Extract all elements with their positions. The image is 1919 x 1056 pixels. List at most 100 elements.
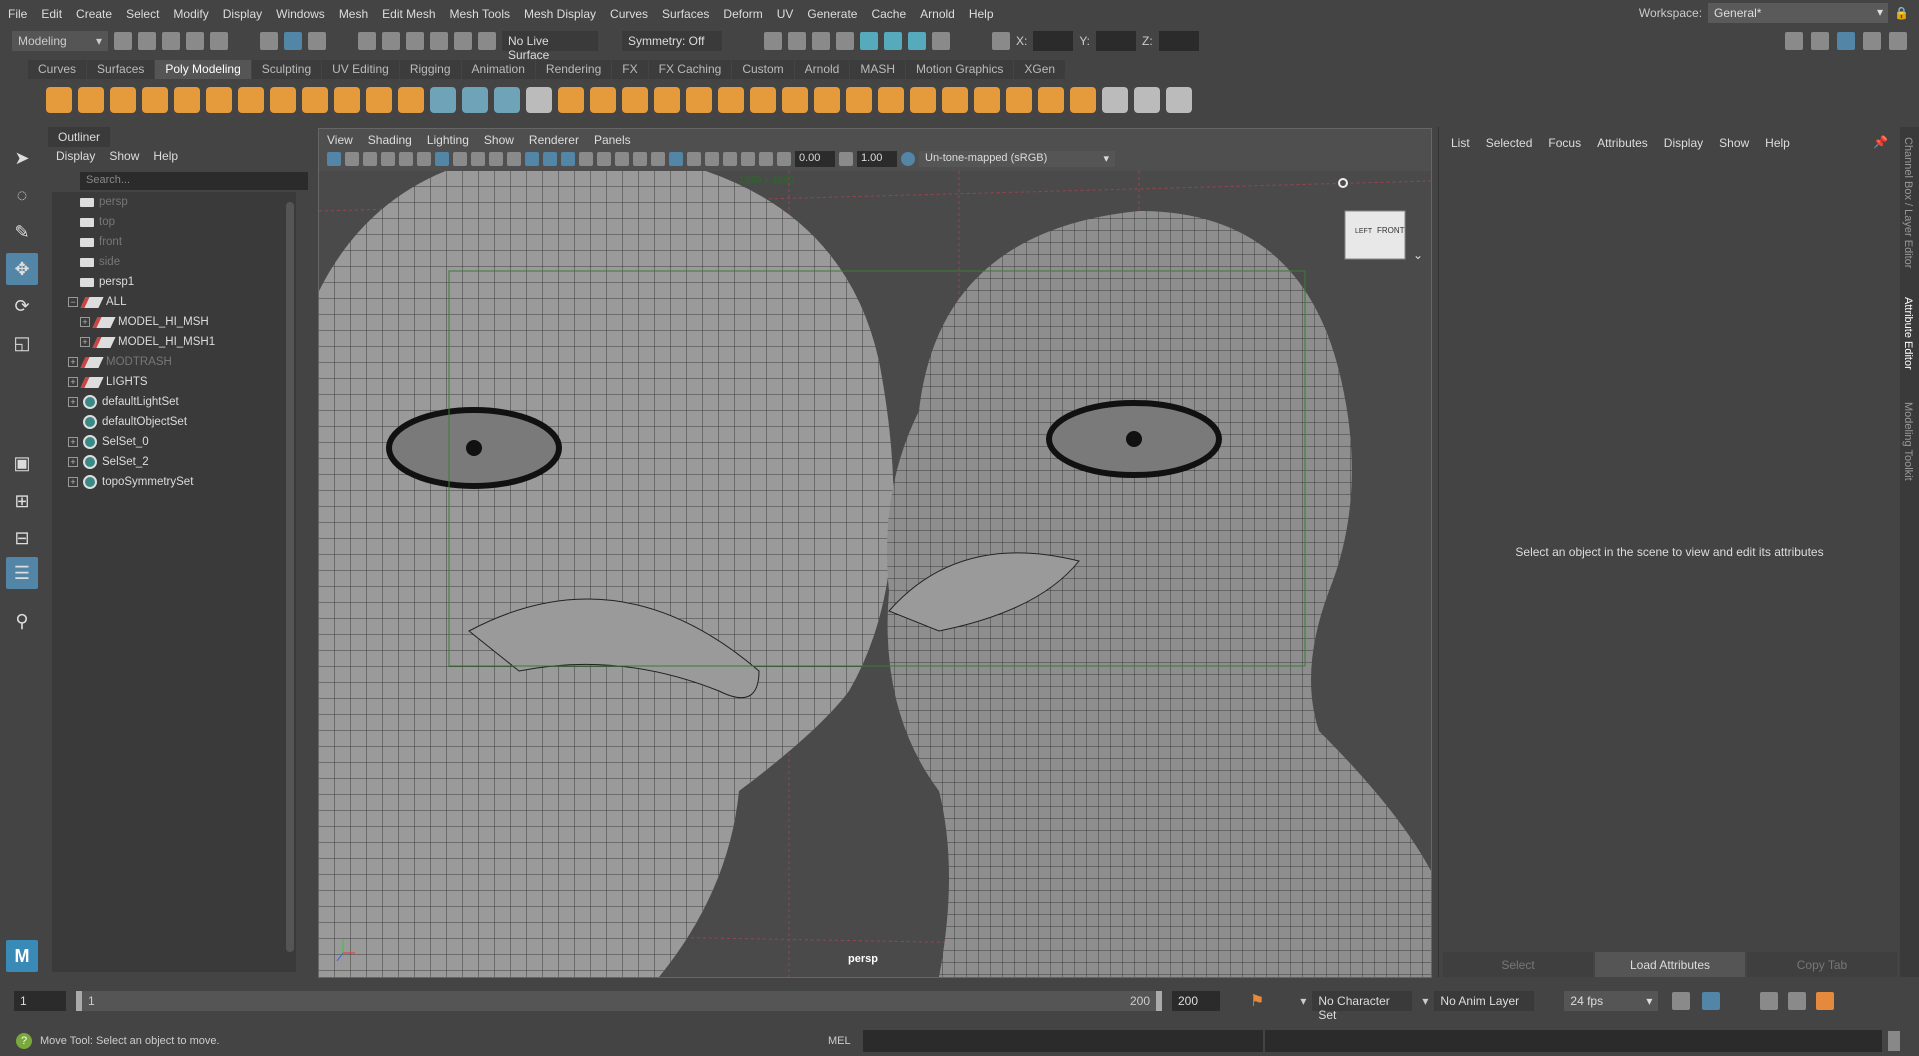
- svg-icon[interactable]: [398, 87, 424, 113]
- viewport-menu-shading[interactable]: Shading: [368, 133, 412, 147]
- live-surface-field[interactable]: No Live Surface: [502, 31, 598, 62]
- shelf-tab-curves[interactable]: Curves: [28, 60, 87, 79]
- menu-uv[interactable]: UV: [777, 7, 794, 21]
- select-button[interactable]: Select: [1443, 952, 1593, 977]
- shelf-tab-custom[interactable]: Custom: [732, 60, 794, 79]
- menu-select[interactable]: Select: [126, 7, 159, 21]
- uv-editor-icon[interactable]: [494, 87, 520, 113]
- menu-curves[interactable]: Curves: [610, 7, 648, 21]
- poly-torus-icon[interactable]: [174, 87, 200, 113]
- resolution-gate-icon[interactable]: [435, 152, 449, 166]
- copy-tab-button[interactable]: Copy Tab: [1747, 952, 1897, 977]
- quad-draw-icon[interactable]: [1102, 87, 1128, 113]
- outliner-item[interactable]: − ALL: [68, 292, 126, 312]
- sweep-mesh-icon[interactable]: [334, 87, 360, 113]
- render-view-icon[interactable]: [764, 32, 782, 50]
- character-controls-icon[interactable]: [1811, 32, 1829, 50]
- outliner-item[interactable]: + topoSymmetrySet: [68, 472, 193, 492]
- viewport-scene[interactable]: 1920 x 1080 persp LEFT FRONT ⌄: [319, 171, 1431, 977]
- select-camera-icon[interactable]: [327, 152, 341, 166]
- menu-set-dropdown[interactable]: Modeling ▾: [12, 31, 108, 51]
- arnold-ipr-icon[interactable]: [908, 32, 926, 50]
- fill-hole-icon[interactable]: [878, 87, 904, 113]
- poly-disc-icon[interactable]: [238, 87, 264, 113]
- viewport-menu-panels[interactable]: Panels: [594, 133, 631, 147]
- menu-windows[interactable]: Windows: [276, 7, 325, 21]
- viewport-menu-show[interactable]: Show: [484, 133, 514, 147]
- smooth-shade-icon[interactable]: [525, 152, 539, 166]
- grid-icon[interactable]: [399, 152, 413, 166]
- menu-create[interactable]: Create: [76, 7, 112, 21]
- render-frame-icon[interactable]: [788, 32, 806, 50]
- snap-view-plane-icon[interactable]: [430, 32, 448, 50]
- outliner-layout-icon[interactable]: ☰: [6, 557, 38, 589]
- outliner-item[interactable]: + SelSet_0: [68, 432, 149, 452]
- select-tool-icon[interactable]: ➤: [6, 142, 38, 174]
- bevel-icon[interactable]: [846, 87, 872, 113]
- tab-modeling-toolkit[interactable]: Modeling Toolkit: [1902, 402, 1914, 481]
- transform-input-icon[interactable]: [992, 32, 1010, 50]
- combine-icon[interactable]: [558, 87, 584, 113]
- x-field[interactable]: [1033, 31, 1074, 51]
- gamma-field[interactable]: 1.00: [857, 151, 897, 167]
- attr-menu-selected[interactable]: Selected: [1486, 136, 1533, 150]
- textured-icon[interactable]: [579, 152, 593, 166]
- lock-icon[interactable]: 🔒: [1894, 6, 1909, 20]
- menu-display[interactable]: Display: [223, 7, 262, 21]
- outliner-scrollbar[interactable]: [286, 202, 294, 952]
- script-editor-icon[interactable]: [1887, 1030, 1900, 1051]
- single-pane-icon[interactable]: ▣: [6, 447, 38, 479]
- workspace-dropdown[interactable]: General* ▾: [1708, 3, 1889, 23]
- open-scene-icon[interactable]: [138, 32, 156, 50]
- maya-logo[interactable]: M: [6, 940, 38, 972]
- lasso-tool-icon[interactable]: ◌: [6, 179, 38, 211]
- shelf-tab-rendering[interactable]: Rendering: [535, 60, 612, 79]
- outliner-item[interactable]: persp: [80, 192, 128, 212]
- save-scene-icon[interactable]: [162, 32, 180, 50]
- platonic-solid-icon[interactable]: [270, 87, 296, 113]
- bridge-icon[interactable]: [782, 87, 808, 113]
- pin-icon[interactable]: 📌: [1873, 135, 1888, 149]
- shelf-tab-uv-editing[interactable]: UV Editing: [322, 60, 399, 79]
- rotate-tool-icon[interactable]: ⟳: [6, 290, 38, 322]
- start-time-field[interactable]: 1: [14, 991, 66, 1011]
- multi-cut-icon[interactable]: [1006, 87, 1032, 113]
- auto-key-icon[interactable]: ⚑: [1250, 991, 1264, 1011]
- shelf-tab-arnold[interactable]: Arnold: [794, 60, 850, 79]
- poly-cube-icon[interactable]: [78, 87, 104, 113]
- bookmark-icon[interactable]: [363, 152, 377, 166]
- expand-icon[interactable]: +: [80, 337, 90, 347]
- expand-icon[interactable]: +: [68, 457, 78, 467]
- scale-tool-icon[interactable]: ◱: [6, 327, 38, 359]
- anim-layer-dropdown[interactable]: No Anim Layer: [1434, 991, 1535, 1011]
- shelf-tab-animation[interactable]: Animation: [461, 60, 535, 79]
- offset-edge-loop-icon[interactable]: [1070, 87, 1096, 113]
- outliner-item[interactable]: + MODEL_HI_MSH: [80, 312, 209, 332]
- hypershade-icon[interactable]: [860, 32, 878, 50]
- poly-text-icon[interactable]: [366, 87, 392, 113]
- outliner-item[interactable]: + SelSet_2: [68, 452, 149, 472]
- select-object-icon[interactable]: [284, 32, 302, 50]
- menu-help[interactable]: Help: [969, 7, 994, 21]
- render-settings-icon[interactable]: [836, 32, 854, 50]
- four-pane-icon[interactable]: ⊞: [6, 485, 38, 517]
- poly-type-icon[interactable]: [430, 87, 456, 113]
- outliner-menu-help[interactable]: Help: [153, 149, 178, 163]
- expand-icon[interactable]: +: [80, 317, 90, 327]
- shadows-icon[interactable]: [615, 152, 629, 166]
- gate-mask-icon[interactable]: [453, 152, 467, 166]
- shelf-tab-rigging[interactable]: Rigging: [399, 60, 461, 79]
- z-field[interactable]: [1158, 31, 1199, 51]
- viewport-menu-lighting[interactable]: Lighting: [427, 133, 469, 147]
- outliner-item[interactable]: + MODEL_HI_MSH1: [80, 332, 215, 352]
- arnold-render-icon[interactable]: [884, 32, 902, 50]
- end-time-field[interactable]: 200: [1172, 991, 1220, 1011]
- menu-file[interactable]: File: [8, 7, 27, 21]
- search-icon[interactable]: ⚲: [6, 605, 38, 637]
- snap-curve-icon[interactable]: [382, 32, 400, 50]
- default-material-icon[interactable]: [543, 152, 557, 166]
- loop-icon[interactable]: [1672, 992, 1691, 1010]
- motion-blur-icon[interactable]: [651, 152, 665, 166]
- poly-cylinder-icon[interactable]: [110, 87, 136, 113]
- menu-edit[interactable]: Edit: [41, 7, 62, 21]
